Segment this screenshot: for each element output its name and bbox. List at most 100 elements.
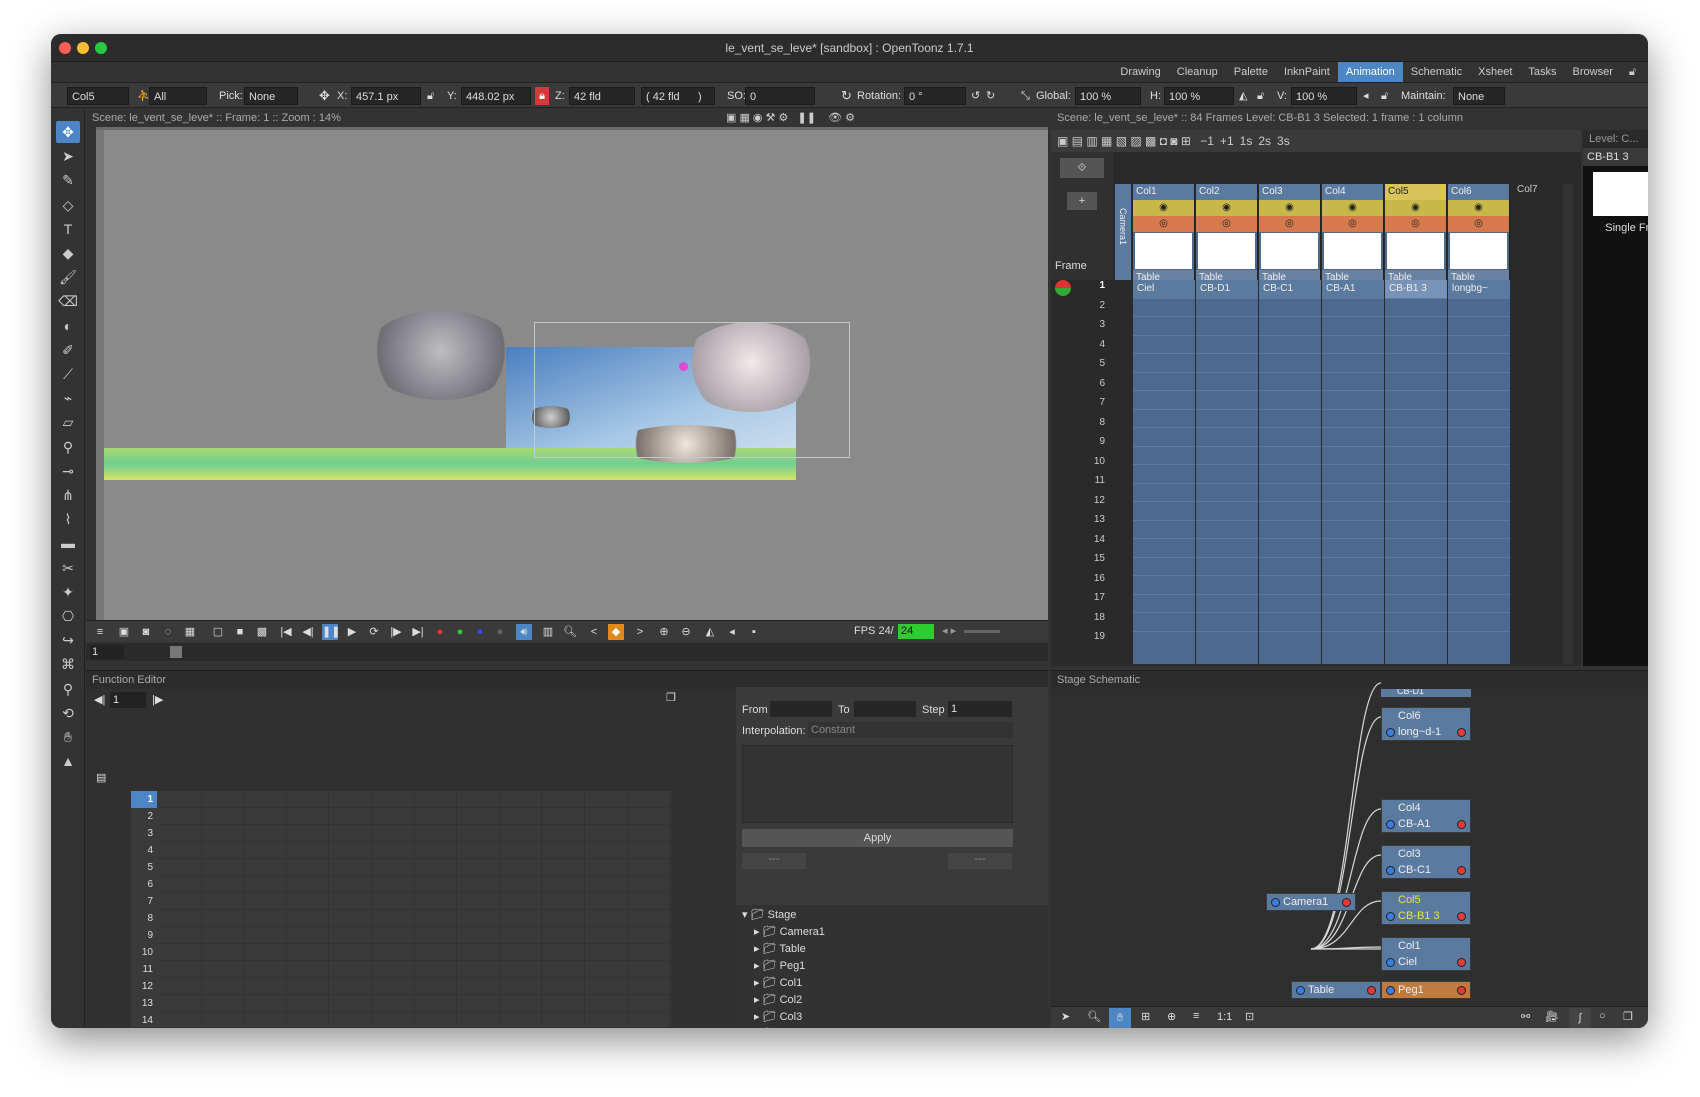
- cell[interactable]: [1322, 576, 1384, 595]
- frame-number[interactable]: 15: [1051, 553, 1113, 564]
- prev-segment-field[interactable]: ---: [742, 853, 806, 869]
- fe-cell[interactable]: [414, 944, 458, 961]
- fe-cell[interactable]: [372, 859, 415, 876]
- cell[interactable]: [1196, 595, 1258, 613]
- fe-cell[interactable]: [372, 791, 415, 808]
- so-field[interactable]: 0: [745, 87, 815, 105]
- histogram-icon[interactable]: ▥: [540, 624, 556, 640]
- zoom-mode-icon[interactable]: 🔍︎: [1087, 1010, 1101, 1023]
- fe-cell[interactable]: [457, 927, 500, 944]
- keyframe-icon[interactable]: ◆: [608, 624, 624, 640]
- cell[interactable]: [1196, 317, 1258, 336]
- tree-item-stage[interactable]: ▾ 📁︎ Stage: [742, 907, 796, 924]
- room-tab-browser[interactable]: Browser: [1565, 62, 1621, 82]
- cell[interactable]: [1448, 502, 1510, 521]
- cell[interactable]: [1133, 373, 1195, 391]
- step-field[interactable]: 1: [948, 701, 1012, 717]
- cell[interactable]: [1322, 502, 1384, 521]
- column-cells[interactable]: CB-C1: [1259, 280, 1321, 664]
- room-tab-tasks[interactable]: Tasks: [1520, 62, 1564, 82]
- node-partial[interactable]: CB-D1: [1381, 689, 1471, 697]
- fe-cell[interactable]: [244, 978, 287, 995]
- fe-cell[interactable]: [201, 961, 245, 978]
- cell[interactable]: [1196, 539, 1258, 558]
- ruler-tool-icon[interactable]: ▱: [56, 411, 80, 433]
- rgb-picker-tool-icon[interactable]: ⟋: [56, 363, 80, 385]
- fe-cell[interactable]: [627, 978, 671, 995]
- cell[interactable]: [1385, 428, 1447, 447]
- fe-cell[interactable]: [329, 910, 372, 927]
- fe-cell[interactable]: [457, 995, 500, 1012]
- fe-cell[interactable]: [457, 825, 500, 842]
- cell[interactable]: [1196, 373, 1258, 391]
- column-node-col3[interactable]: Col3 CB-C1: [1381, 845, 1471, 879]
- frame-number[interactable]: 2: [1051, 300, 1113, 311]
- toggle-fx-stage-icon[interactable]: ∫: [1569, 1008, 1591, 1028]
- frame-number[interactable]: 18: [1051, 612, 1113, 623]
- input-port[interactable]: [1386, 820, 1395, 829]
- fe-cell[interactable]: [329, 808, 372, 825]
- cell[interactable]: [1259, 336, 1321, 354]
- frame-number[interactable]: 16: [1051, 573, 1113, 584]
- cell[interactable]: [1322, 391, 1384, 410]
- cell[interactable]: [1385, 465, 1447, 484]
- fe-cell[interactable]: [414, 791, 458, 808]
- fe-frame-number[interactable]: 9: [131, 927, 157, 944]
- prev-frame-icon[interactable]: ◀|: [300, 624, 316, 640]
- pump-tool-icon[interactable]: ⊸: [56, 460, 80, 482]
- fe-cell[interactable]: [329, 995, 372, 1012]
- column-select[interactable]: Col5: [67, 87, 129, 105]
- fe-cell[interactable]: [457, 1012, 500, 1028]
- column-name[interactable]: Col6: [1448, 184, 1509, 200]
- cell[interactable]: [1448, 391, 1510, 410]
- tree-item-col1[interactable]: ▸ 📁︎ Col1: [754, 975, 802, 992]
- fe-cell[interactable]: [159, 978, 202, 995]
- hand-mode-icon[interactable]: ✋︎: [1109, 1008, 1131, 1028]
- tape-tool-icon[interactable]: ◐: [56, 315, 80, 337]
- input-port[interactable]: [1386, 912, 1395, 921]
- fe-cell[interactable]: [627, 910, 671, 927]
- cell[interactable]: [1196, 502, 1258, 521]
- cell[interactable]: [1196, 613, 1258, 632]
- frame-number[interactable]: 14: [1051, 534, 1113, 545]
- fe-cell[interactable]: [627, 944, 671, 961]
- fe-cell[interactable]: [542, 893, 585, 910]
- xsheet-step-4[interactable]: 3s: [1277, 134, 1290, 148]
- column-name[interactable]: Col2: [1196, 184, 1257, 200]
- frame-slider-handle[interactable]: [170, 646, 182, 658]
- fe-cell[interactable]: [499, 808, 543, 825]
- stage-schematic[interactable]: Stage Schematic ➤ 🔍︎ ✋︎ ⊞ ⊕ ≡ 1:1 ⊡ ⚯ 🎥︎: [1051, 670, 1648, 1028]
- fe-cell[interactable]: [457, 978, 500, 995]
- fe-cell[interactable]: [627, 876, 671, 893]
- tree-item-camera1[interactable]: ▸ 📁︎ Camera1: [754, 924, 825, 941]
- cell[interactable]: [1322, 299, 1384, 317]
- minimize-nodes-icon[interactable]: ⊡: [1245, 1010, 1254, 1023]
- fe-cell[interactable]: [329, 927, 372, 944]
- h-field[interactable]: 100 %: [1164, 87, 1234, 105]
- cell[interactable]: [1322, 484, 1384, 502]
- apply-button[interactable]: Apply: [742, 829, 1013, 847]
- column-header-col5[interactable]: Col5 ◉ ◎ Table: [1385, 184, 1447, 286]
- fe-cell[interactable]: [414, 893, 458, 910]
- locator-icon[interactable]: 🔍︎: [562, 624, 578, 640]
- white-bg-icon[interactable]: ▢: [210, 624, 226, 640]
- fe-cell[interactable]: [201, 859, 245, 876]
- prev-key-icon[interactable]: ◀|: [94, 693, 105, 706]
- fe-frame-number[interactable]: 4: [131, 842, 157, 859]
- fe-cell[interactable]: [457, 893, 500, 910]
- fe-cell[interactable]: [201, 910, 245, 927]
- fe-cell[interactable]: [244, 893, 287, 910]
- fe-cell[interactable]: [372, 961, 415, 978]
- style-picker-tool-icon[interactable]: ✐: [56, 339, 80, 361]
- cell[interactable]: [1448, 354, 1510, 373]
- fe-cell[interactable]: [286, 927, 330, 944]
- cell[interactable]: [1259, 410, 1321, 428]
- xsheet-step-2[interactable]: 1s: [1240, 134, 1253, 148]
- cell[interactable]: [1133, 465, 1195, 484]
- fe-cell[interactable]: [372, 1012, 415, 1028]
- cell[interactable]: [1196, 391, 1258, 410]
- fe-cell[interactable]: [372, 893, 415, 910]
- table-node[interactable]: Table: [1291, 981, 1381, 999]
- fe-cell[interactable]: [286, 842, 330, 859]
- prev-key-icon[interactable]: <: [586, 624, 602, 640]
